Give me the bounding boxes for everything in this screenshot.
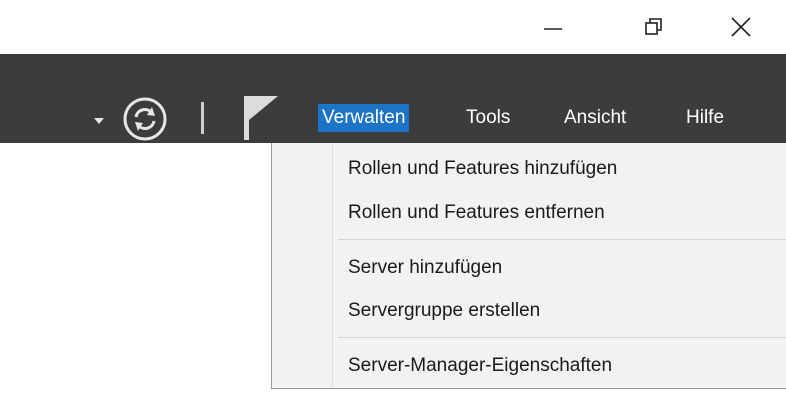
menu-item-add-server[interactable]: Server hinzufügen bbox=[348, 253, 502, 283]
menu-tools[interactable]: Tools bbox=[462, 104, 514, 132]
title-bar bbox=[0, 0, 786, 54]
menu-separator bbox=[338, 239, 786, 240]
notification-flag-icon[interactable] bbox=[238, 94, 282, 142]
menu-item-create-server-group[interactable]: Servergruppe erstellen bbox=[348, 296, 540, 326]
minimize-button[interactable] bbox=[523, 0, 583, 54]
minimize-icon bbox=[544, 28, 562, 30]
menu-item-remove-roles-features[interactable]: Rollen und Features entfernen bbox=[348, 198, 605, 228]
close-button[interactable] bbox=[711, 0, 771, 54]
menu-gutter bbox=[332, 143, 333, 388]
menu-verwalten[interactable]: Verwalten bbox=[318, 104, 410, 132]
refresh-icon[interactable] bbox=[122, 96, 168, 142]
close-icon bbox=[731, 17, 751, 37]
menu-separator bbox=[338, 337, 786, 338]
dropdown-arrow-icon[interactable] bbox=[88, 114, 110, 128]
menu-ansicht[interactable]: Ansicht bbox=[560, 104, 630, 132]
restore-icon bbox=[645, 18, 662, 35]
menu-hilfe[interactable]: Hilfe bbox=[682, 104, 728, 132]
menu-item-add-roles-features[interactable]: Rollen und Features hinzufügen bbox=[348, 154, 617, 184]
verwalten-dropdown-menu: Rollen und Features hinzufügen Rollen un… bbox=[271, 143, 786, 389]
toolbar-separator bbox=[201, 102, 204, 134]
restore-button[interactable] bbox=[624, 0, 684, 54]
menu-item-server-manager-properties[interactable]: Server-Manager-Eigenschaften bbox=[348, 351, 612, 381]
